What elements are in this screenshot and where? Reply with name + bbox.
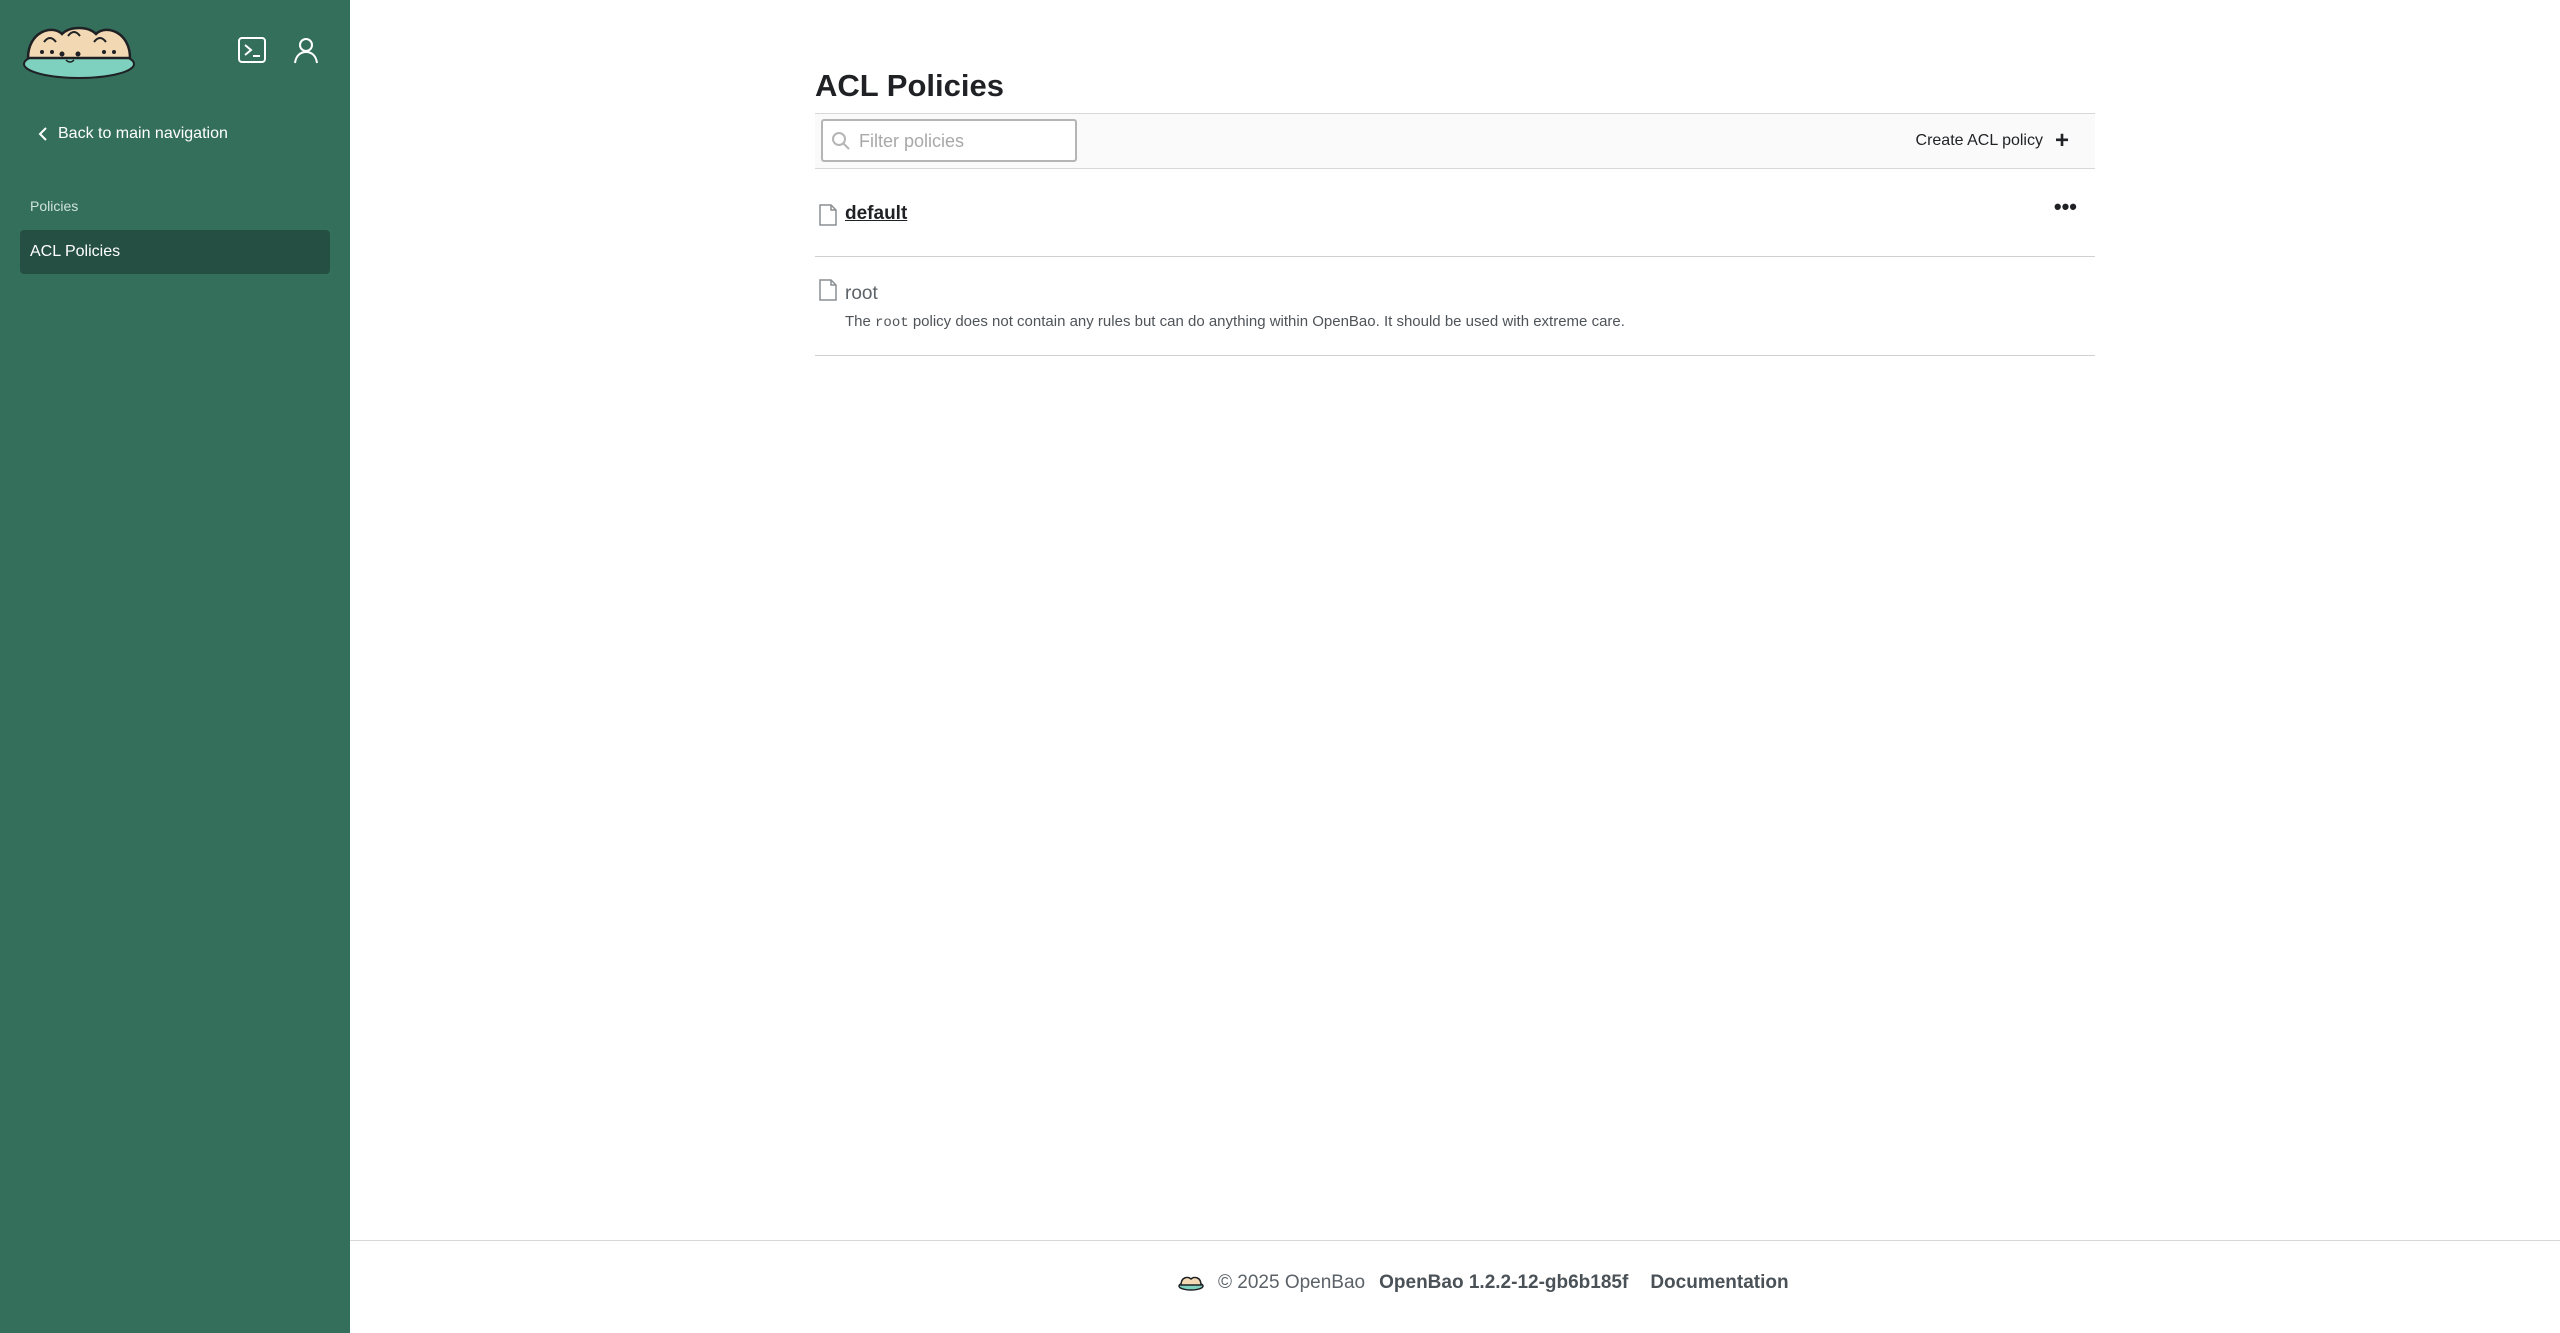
sidebar-item-label: ACL Policies [30,243,121,260]
list-item[interactable]: default ••• [815,178,2095,257]
policy-name: root [845,283,878,304]
copyright-text: © 2025 OpenBao [1218,1272,1366,1293]
list-item: root The root policy does not contain an… [815,257,2095,356]
plus-icon: + [2054,127,2069,154]
description-code: root [875,315,909,331]
filter-policies-input[interactable] [857,121,1073,162]
documentation-link[interactable]: Documentation [1650,1272,1788,1294]
sidebar-section-label: Policies [30,198,79,214]
create-acl-policy-label: Create ACL policy [1915,132,2043,149]
terminal-icon[interactable] [236,34,268,66]
toolbar: Create ACL policy + [815,113,2095,169]
search-icon [832,132,850,150]
openbao-logo-icon [1178,1276,1204,1291]
create-acl-policy-button[interactable]: Create ACL policy + [1916,126,2069,156]
more-options-icon[interactable]: ••• [2054,194,2077,220]
page-title: ACL Policies [815,68,1004,103]
user-icon[interactable] [290,34,322,66]
file-icon [819,279,837,301]
policy-name-link[interactable]: default [845,203,907,225]
back-link-label: Back to main navigation [58,125,228,142]
footer: © 2025 OpenBao OpenBao 1.2.2-12-gb6b185f… [350,1240,2560,1333]
search-field [821,119,1077,162]
openbao-logo-icon[interactable] [22,20,136,80]
chevron-left-icon [38,127,47,141]
file-icon [819,204,837,226]
description-prefix: The [845,313,871,330]
policy-description: The root policy does not contain any rul… [845,313,1625,331]
description-suffix: policy does not contain any rules but ca… [912,313,1625,330]
back-to-main-navigation-link[interactable]: Back to main navigation [38,122,228,146]
sidebar: Back to main navigation Policies ACL Pol… [0,0,350,1333]
version-text: OpenBao 1.2.2-12-gb6b185f [1379,1272,1629,1293]
sidebar-item-acl-policies[interactable]: ACL Policies [20,230,330,274]
